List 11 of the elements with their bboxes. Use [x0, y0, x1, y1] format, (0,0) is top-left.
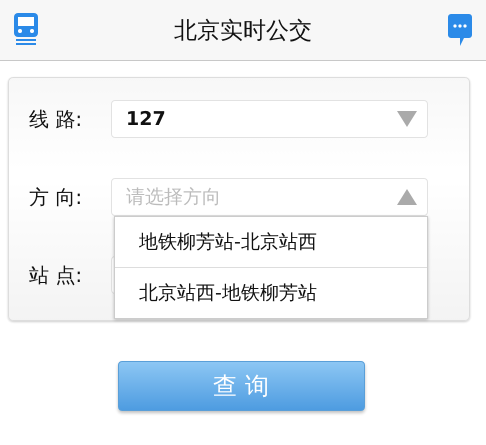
down-arrow-icon	[397, 111, 417, 127]
select-field[interactable]: 127	[111, 100, 428, 138]
dropdown-option[interactable]: 地铁柳芳站-北京站西	[115, 217, 427, 268]
dropdown-option[interactable]: 北京站西-地铁柳芳站	[115, 268, 427, 318]
up-arrow-icon	[397, 189, 417, 205]
chat-icon[interactable]	[448, 14, 472, 46]
page-title: 北京实时公交	[174, 16, 312, 46]
train-icon[interactable]	[14, 13, 38, 47]
field-label: 线 路:	[29, 106, 84, 132]
field-label: 站 点:	[29, 262, 84, 288]
field-label: 方 向:	[29, 184, 84, 210]
